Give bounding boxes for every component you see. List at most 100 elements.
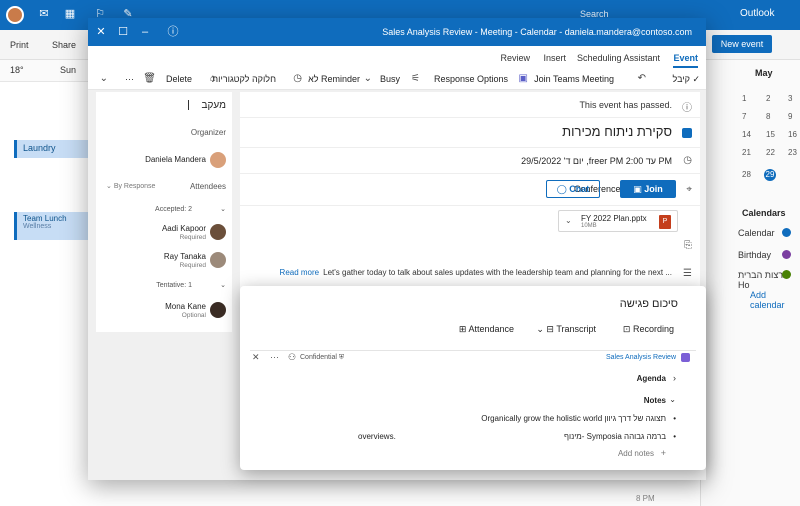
notes-bullet[interactable]: מינוף- Symposia ברמה גבוהה bbox=[564, 432, 676, 441]
calendar-item[interactable]: Birthday bbox=[738, 250, 771, 260]
mini-cal-day[interactable]: 21 bbox=[742, 148, 751, 157]
notes-bullet-continuation[interactable]: overviews. bbox=[358, 432, 396, 441]
help-icon[interactable]: ⓘ bbox=[166, 25, 180, 39]
close-icon[interactable]: ✕ bbox=[94, 25, 108, 39]
chevron-right-icon[interactable]: › bbox=[673, 373, 676, 383]
more-options-icon[interactable]: ··· bbox=[270, 352, 279, 362]
mail-icon[interactable]: ✉ bbox=[38, 8, 50, 20]
event-team-lunch-title: Team Lunch bbox=[23, 214, 67, 223]
event-title[interactable]: סקירת ניתוח מכירות bbox=[562, 124, 672, 139]
chevron-down-icon[interactable]: ⌄ bbox=[669, 395, 676, 404]
tentative-label[interactable]: Tentative: 1 bbox=[156, 282, 192, 289]
user-avatar[interactable] bbox=[6, 6, 24, 24]
tracking-label: מעקב bbox=[201, 100, 226, 111]
people-share-icon[interactable]: ⚇ bbox=[288, 352, 296, 363]
chevron-down-icon[interactable]: ⌄ bbox=[100, 73, 108, 84]
attendee-role: Required bbox=[179, 234, 206, 241]
event-titlebar: ✕ ☐ – ⓘ Sales Analysis Review - Meeting … bbox=[88, 18, 706, 46]
attendee-name[interactable]: Mona Kane bbox=[165, 302, 206, 311]
attachment-card[interactable]: ⌄ FY 2022 Plan.pptx 10MB P bbox=[558, 210, 678, 232]
mini-cal-day[interactable]: 9 bbox=[788, 112, 792, 121]
avatar bbox=[210, 252, 226, 268]
mini-cal-day[interactable]: 14 bbox=[742, 130, 751, 139]
time-label: 8 PM bbox=[636, 494, 655, 503]
minimize-icon[interactable]: – bbox=[138, 25, 152, 39]
app-title: Outlook bbox=[740, 8, 775, 19]
maximize-icon[interactable]: ☐ bbox=[116, 25, 130, 39]
organizer-name[interactable]: Daniela Mandera bbox=[145, 155, 206, 164]
reminder-dropdown[interactable]: לא Reminder bbox=[308, 74, 360, 84]
event-body: Read more Let's gather today to talk abou… bbox=[280, 268, 672, 277]
reply-icon[interactable]: ↶ bbox=[638, 73, 646, 84]
chevron-down-icon[interactable]: ⌄ bbox=[565, 216, 572, 225]
print-button[interactable]: Print bbox=[10, 40, 29, 50]
mini-cal-today[interactable]: 29 bbox=[764, 169, 776, 181]
by-response-dropdown[interactable]: ⌄ By Response bbox=[106, 182, 155, 190]
confidential-label[interactable]: Confidential ⛨ bbox=[300, 354, 344, 362]
calendar-item[interactable]: Calendar bbox=[738, 228, 775, 238]
tab-scheduling-assistant[interactable]: Scheduling Assistant bbox=[577, 53, 660, 63]
avatar bbox=[210, 152, 226, 168]
response-options-button[interactable]: Response Options bbox=[434, 74, 508, 84]
notes-lines-icon: ☰ bbox=[683, 268, 692, 279]
event-time[interactable]: יום ד' 29/5/2022 ,freer PM 2:00 עד PM bbox=[521, 156, 672, 166]
agenda-heading[interactable]: Agenda bbox=[637, 374, 666, 383]
join-teams-meeting-button[interactable]: Join Teams Meeting bbox=[534, 74, 614, 84]
attendee-search-cursor[interactable] bbox=[188, 100, 189, 110]
tab-recording[interactable]: ⊡ Recording bbox=[623, 324, 674, 335]
notes-heading[interactable]: Notes bbox=[644, 396, 666, 405]
notes-tabs: ⊡ Recording ⌄ ⊟ Transcript ⊞ Attendance bbox=[240, 322, 706, 344]
calendar-icon[interactable]: ▦ bbox=[64, 8, 76, 20]
event-team-lunch[interactable]: Team Lunch Wellness bbox=[14, 212, 88, 240]
mini-cal-day[interactable]: 15 bbox=[766, 130, 775, 139]
chevron-down-icon[interactable]: ⌄ bbox=[220, 205, 226, 213]
meeting-notes-card: סיכום פגישה ⊡ Recording ⌄ ⊟ Transcript ⊞… bbox=[240, 286, 706, 470]
notes-bullet[interactable]: Organically grow the holistic world תצוג… bbox=[481, 414, 676, 423]
mini-cal-day[interactable]: 2 bbox=[766, 94, 770, 103]
delete-button[interactable]: Delete bbox=[166, 74, 192, 84]
powerpoint-icon: P bbox=[659, 215, 671, 229]
calendars-header[interactable]: Calendars bbox=[742, 208, 786, 218]
chevron-down-icon[interactable]: ⌄ bbox=[220, 281, 226, 289]
busy-status-dropdown[interactable]: Busy bbox=[380, 74, 400, 84]
info-icon: ⓘ bbox=[682, 103, 692, 114]
response-status-button[interactable]: קיבל ✓ bbox=[673, 74, 700, 85]
plus-icon[interactable]: + bbox=[661, 448, 666, 458]
read-more-link[interactable]: Read more bbox=[280, 268, 320, 277]
attendees-panel: מעקב Organizer Daniela Mandera Attendees… bbox=[96, 92, 232, 332]
attachment-name: FY 2022 Plan.pptx bbox=[581, 214, 647, 223]
add-calendar-link[interactable]: Add calendar bbox=[750, 290, 800, 310]
mini-cal-day[interactable]: 8 bbox=[766, 112, 770, 121]
tab-recording-label: Recording bbox=[632, 324, 674, 334]
mini-cal-day[interactable]: 3 bbox=[788, 94, 792, 103]
mini-cal-day[interactable]: 28 bbox=[742, 170, 751, 179]
tab-attendance[interactable]: ⊞ Attendance bbox=[459, 324, 514, 335]
share-button[interactable]: Share bbox=[52, 40, 76, 50]
mini-cal-day[interactable]: 23 bbox=[788, 148, 797, 157]
attendee-name[interactable]: Aadi Kapoor bbox=[162, 224, 206, 233]
mini-cal-day[interactable]: 1 bbox=[742, 94, 746, 103]
join-button[interactable]: ▣ Join bbox=[620, 180, 676, 198]
event-body-text: Let's gather today to talk about sales u… bbox=[323, 268, 672, 277]
attendee-name[interactable]: Ray Tanaka bbox=[164, 252, 206, 261]
tab-insert[interactable]: Insert bbox=[543, 53, 566, 63]
new-event-button[interactable]: New event bbox=[712, 35, 772, 53]
tab-transcript[interactable]: ⌄ ⊟ Transcript bbox=[536, 324, 596, 335]
add-notes-button[interactable]: Add notes bbox=[618, 449, 654, 458]
weather-temp: 18° bbox=[10, 65, 24, 75]
mini-cal-day[interactable]: 22 bbox=[766, 148, 775, 157]
title-row: סקירת ניתוח מכירות bbox=[240, 118, 700, 148]
tab-event[interactable]: Event bbox=[673, 53, 698, 68]
mini-cal-day[interactable]: 16 bbox=[788, 130, 797, 139]
loop-component-link[interactable]: Sales Analysis Review bbox=[606, 354, 676, 361]
tab-review[interactable]: Review bbox=[500, 53, 530, 63]
mini-cal-day[interactable]: 7 bbox=[742, 112, 746, 121]
event-laundry[interactable]: Laundry bbox=[14, 140, 88, 158]
close-icon[interactable]: ✕ bbox=[252, 352, 260, 363]
categorize-button[interactable]: חלוקה לקטגוריות bbox=[212, 74, 276, 84]
chat-button[interactable]: ◯ Chat bbox=[546, 180, 600, 198]
event-team-lunch-sub: Wellness bbox=[23, 223, 52, 230]
accepted-label[interactable]: Accepted: 2 bbox=[155, 206, 192, 213]
more-options-icon[interactable]: ··· bbox=[125, 74, 134, 84]
event-details-card: ⓘ This event has passed. סקירת ניתוח מכי… bbox=[240, 92, 700, 292]
